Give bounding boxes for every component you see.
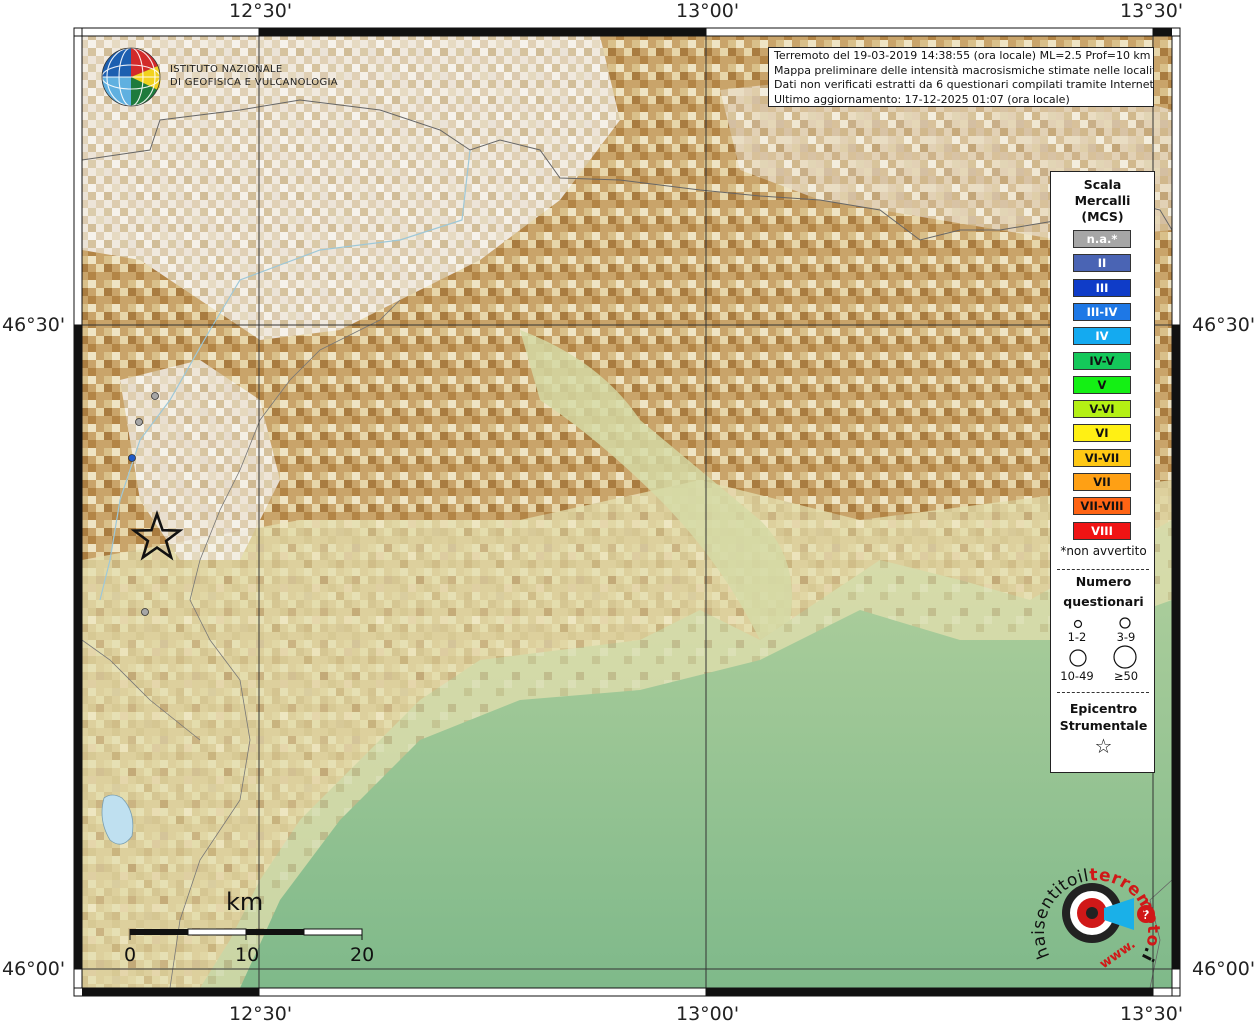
legend-title: Scala Mercalli (MCS) <box>1051 177 1154 225</box>
lon-label-top: 13°00' <box>676 0 740 22</box>
scale-unit: km <box>226 888 264 916</box>
report-point <box>135 418 143 426</box>
count-symbol-large-icon <box>1069 649 1087 667</box>
epicenter-title-line: Strumentale <box>1059 718 1148 733</box>
report-point <box>151 392 159 400</box>
scale-label: 10 <box>235 944 260 966</box>
count-label: 10-49 <box>1060 669 1094 683</box>
intensity-swatch: V <box>1073 375 1131 394</box>
lon-label-bottom: 12°30' <box>229 1003 293 1025</box>
intensity-swatch: VI <box>1073 424 1131 443</box>
count-label: ≥50 <box>1113 669 1139 683</box>
lat-label-left: 46°00' <box>2 958 66 980</box>
count-title: Numero questionari <box>1051 573 1156 610</box>
scale-label: 20 <box>350 944 375 966</box>
intensity-swatch: III <box>1073 278 1131 297</box>
legend-title-line: Mercalli <box>1074 193 1131 208</box>
count-symbol-small-icon <box>1073 619 1083 629</box>
lon-label-bottom: 13°00' <box>676 1003 740 1025</box>
legend-note: *non avvertito <box>1060 544 1147 558</box>
lat-label-right: 46°00' <box>1192 958 1255 980</box>
count-label: 1-2 <box>1067 630 1087 644</box>
intensity-swatch: VIII <box>1073 521 1131 540</box>
event-info-line: Terremoto del 19-03-2019 14:38:55 (ora l… <box>774 49 1151 62</box>
lon-label-bottom: 13°30' <box>1120 1003 1184 1025</box>
lat-label-right: 46°30' <box>1192 314 1255 336</box>
lat-label-left: 46°30' <box>2 314 66 336</box>
ingv-logo-line1: ISTITUTO NAZIONALE <box>170 64 283 75</box>
intensity-swatch: VI-VII <box>1073 448 1131 467</box>
report-point <box>141 608 149 616</box>
ingv-logo-line2: DI GEOFISICA E VULCANOLOGIA <box>170 77 338 88</box>
ingv-logo-text: ISTITUTO NAZIONALE DI GEOFISICA E VULCAN… <box>170 63 338 89</box>
intensity-swatch: n.a.* <box>1073 230 1131 248</box>
count-title-line: Numero <box>1075 574 1132 589</box>
intensity-swatch: IV <box>1073 327 1131 346</box>
event-info-box: Terremoto del 19-03-2019 14:38:55 (ora l… <box>768 47 1154 107</box>
legend-divider <box>1057 569 1149 570</box>
legend-divider <box>1057 692 1149 693</box>
event-info-line: Dati non verificati estratti da 6 questi… <box>774 78 1154 91</box>
intensity-swatch: IV-V <box>1073 351 1131 370</box>
legend-title-line: Scala <box>1083 177 1122 192</box>
legend-title-line: (MCS) <box>1081 209 1124 224</box>
scale-label: 0 <box>124 944 137 966</box>
intensity-swatch: II <box>1073 254 1131 273</box>
intensity-swatch: III-IV <box>1073 302 1131 321</box>
epicenter-title: Epicentro Strumentale <box>1051 700 1156 734</box>
intensity-swatch: VII-VIII <box>1073 497 1131 516</box>
epicenter-title-line: Epicentro <box>1069 701 1138 716</box>
lon-label-top: 12°30' <box>229 0 293 22</box>
count-title-line: questionari <box>1063 594 1144 609</box>
intensity-swatch: V-VI <box>1073 400 1131 419</box>
lon-label-top: 13°30' <box>1120 0 1184 22</box>
count-symbol-xlarge-icon <box>1113 645 1137 669</box>
count-label: 3-9 <box>1116 630 1136 644</box>
event-info-line: Ultimo aggiornamento: 17-12-2025 01:07 (… <box>774 92 1070 106</box>
intensity-swatch: VII <box>1073 473 1131 491</box>
epicenter-legend-star-icon: ☆ <box>1094 734 1113 758</box>
intensity-legend: Scala Mercalli (MCS) n.a.* II III III-IV IV I… <box>1050 171 1155 773</box>
ingv-globe-icon <box>101 47 161 107</box>
report-point <box>128 454 136 462</box>
event-info-line: Mappa preliminare delle intensità macros… <box>774 63 1154 77</box>
count-symbol-medium-icon <box>1119 617 1131 629</box>
